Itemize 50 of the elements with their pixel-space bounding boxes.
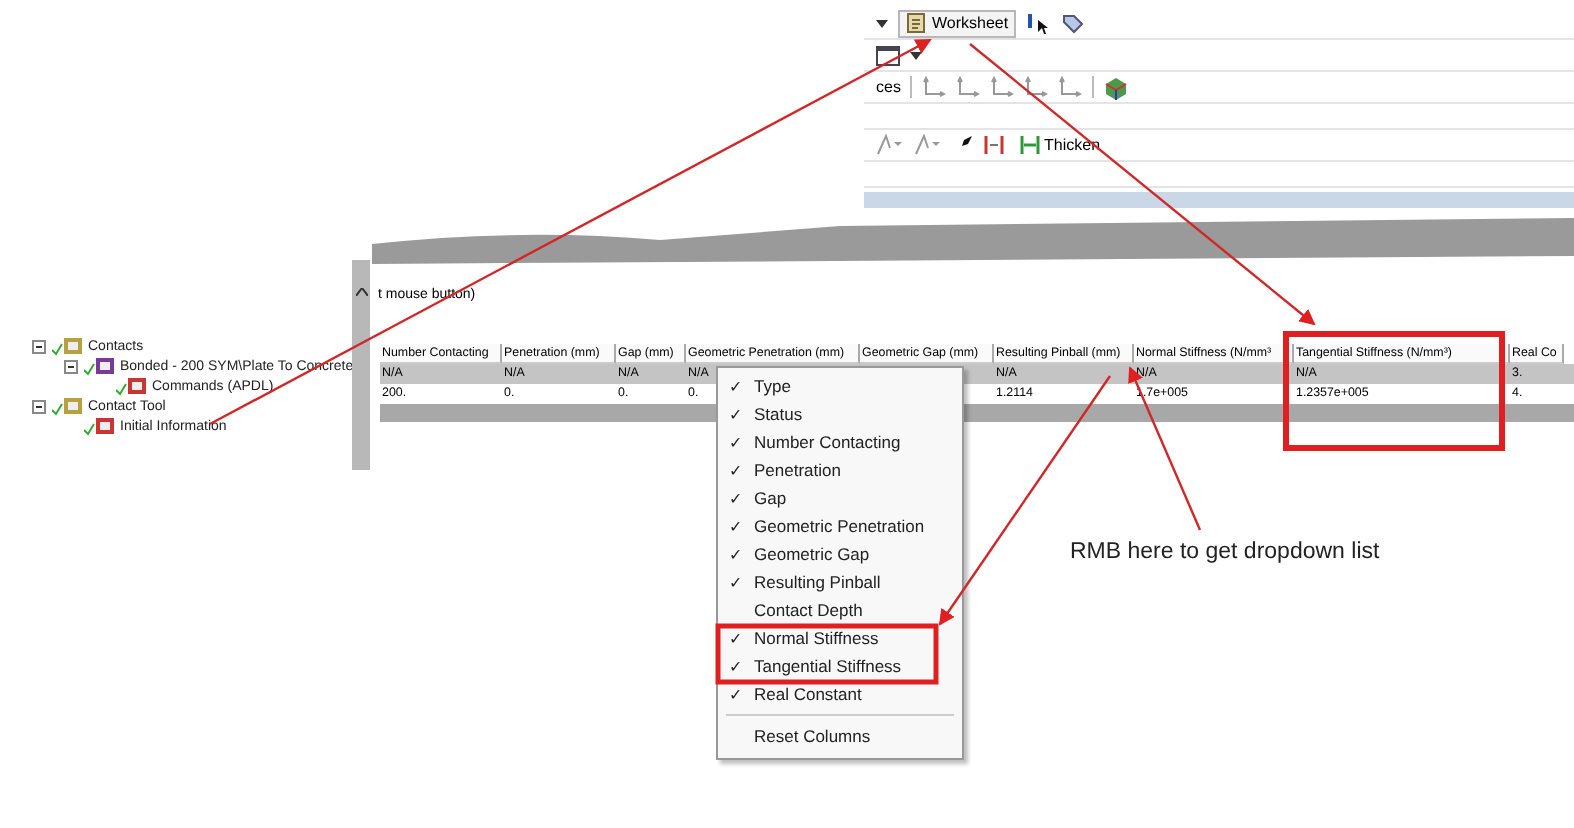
menu-item[interactable]: ✓ Geometric Gap bbox=[718, 540, 962, 568]
checkmark-icon: ✓ bbox=[718, 685, 754, 703]
checkmark-icon: ✓ bbox=[718, 433, 754, 451]
frame-icon[interactable] bbox=[876, 45, 900, 65]
annotation-text: RMB here to get dropdown list bbox=[1070, 540, 1380, 564]
document-icon bbox=[906, 12, 928, 34]
axis-icon[interactable] bbox=[922, 76, 947, 98]
menu-item[interactable]: ✓ Normal Stiffness bbox=[718, 624, 962, 652]
info-pointer-icon[interactable] bbox=[1026, 11, 1051, 35]
menu-item[interactable]: Reset Columns bbox=[718, 722, 962, 750]
bracket-icon bbox=[1020, 134, 1040, 156]
axis-icon[interactable] bbox=[1024, 76, 1049, 98]
toolbar-label: ces bbox=[876, 78, 901, 96]
menu-item[interactable]: ✓ Penetration bbox=[718, 456, 962, 484]
checkmark-icon: ✓ bbox=[718, 573, 754, 591]
collapse-toggle[interactable] bbox=[32, 339, 48, 353]
line-tool-icon[interactable] bbox=[876, 134, 904, 156]
menu-item[interactable]: ✓ Gap bbox=[718, 484, 962, 512]
menu-item[interactable]: ✓ Real Constant bbox=[718, 680, 962, 708]
tree-node-icon bbox=[52, 336, 84, 356]
worksheet-button[interactable]: Worksheet bbox=[898, 9, 1017, 37]
bracket-icon[interactable] bbox=[984, 134, 1004, 156]
line-tool-icon[interactable] bbox=[914, 134, 942, 156]
caret-icon[interactable] bbox=[876, 19, 888, 27]
tree-node-icon bbox=[84, 356, 116, 376]
cube-icon[interactable] bbox=[1104, 75, 1129, 99]
menu-item[interactable]: ✓ Tangential Stiffness bbox=[718, 652, 962, 680]
collapse-toggle[interactable] bbox=[32, 399, 48, 413]
axis-icon[interactable] bbox=[956, 76, 981, 98]
tag-icon[interactable] bbox=[1060, 11, 1085, 35]
menu-item[interactable]: ✓ Number Contacting bbox=[718, 428, 962, 456]
menu-item[interactable]: ✓ Status bbox=[718, 400, 962, 428]
menu-item[interactable]: ✓ Resulting Pinball bbox=[718, 568, 962, 596]
checkmark-icon: ✓ bbox=[718, 489, 754, 507]
checkmark-icon: ✓ bbox=[718, 405, 754, 423]
tree-node-icon bbox=[52, 396, 84, 416]
checkmark-icon: ✓ bbox=[718, 461, 754, 479]
collapse-caret-icon[interactable] bbox=[356, 288, 368, 296]
checkmark-icon: ✓ bbox=[718, 517, 754, 535]
tree-node-icon bbox=[116, 376, 148, 396]
menu-item[interactable]: ✓ Geometric Penetration bbox=[718, 512, 962, 540]
caret-icon[interactable] bbox=[910, 51, 922, 59]
collapse-toggle[interactable] bbox=[64, 359, 80, 373]
checkmark-icon: ✓ bbox=[718, 657, 754, 675]
checkmark-icon: ✓ bbox=[718, 629, 754, 647]
axis-icon[interactable] bbox=[1058, 76, 1083, 98]
axis-icon[interactable] bbox=[990, 76, 1015, 98]
checkmark-icon: ✓ bbox=[718, 545, 754, 563]
tree-node-icon bbox=[84, 416, 116, 436]
menu-item[interactable]: Contact Depth bbox=[718, 596, 962, 624]
